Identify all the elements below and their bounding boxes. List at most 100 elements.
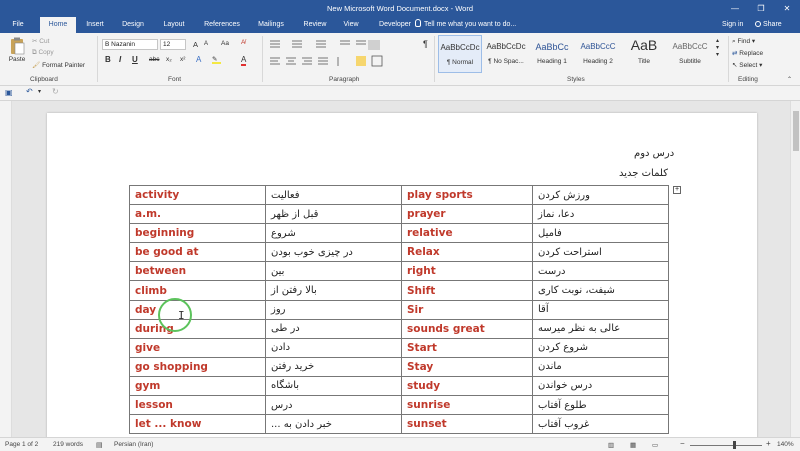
persian-meaning-cell[interactable]: استراحت کردن	[532, 242, 669, 263]
vertical-scrollbar[interactable]	[790, 101, 800, 437]
highlight-icon[interactable]: ✎	[212, 55, 221, 64]
format-painter-button[interactable]: 🖌 Format Painter	[32, 61, 85, 69]
persian-meaning-cell[interactable]: خرید رفتن	[265, 356, 402, 377]
style-heading-1[interactable]: AaBbCc Heading 1	[530, 35, 574, 73]
bold-button[interactable]: B	[105, 55, 111, 64]
english-word-cell[interactable]: study	[401, 375, 533, 397]
word-count[interactable]: 219 words	[53, 441, 83, 448]
tab-developer[interactable]: Developer	[373, 17, 417, 33]
strikethrough-button[interactable]: abc	[149, 56, 159, 63]
share-button[interactable]: Share	[755, 17, 782, 33]
english-word-cell[interactable]: right	[401, 261, 533, 282]
persian-meaning-cell[interactable]: دعا، نماز	[532, 204, 669, 225]
redo-icon[interactable]: ↻	[52, 87, 59, 96]
grow-font-button[interactable]: A	[193, 40, 198, 49]
clear-format-icon[interactable]: A̸	[241, 39, 245, 46]
persian-meaning-cell[interactable]: فعالیت	[265, 184, 402, 206]
persian-meaning-cell[interactable]: عالی به نظر میرسه	[532, 318, 669, 339]
font-name-box[interactable]: B Nazanin	[102, 39, 158, 50]
zoom-slider-knob[interactable]	[733, 441, 736, 449]
persian-meaning-cell[interactable]: درست	[532, 261, 669, 282]
text-effects-icon[interactable]: A	[196, 55, 201, 64]
table-move-handle[interactable]: +	[673, 186, 681, 194]
font-size-box[interactable]: 12	[160, 39, 186, 50]
persian-meaning-cell[interactable]: بین	[265, 261, 402, 282]
collapse-ribbon-icon[interactable]: ⌃	[787, 76, 792, 83]
english-word-cell[interactable]: sunset	[401, 414, 533, 435]
tab-view[interactable]: View	[338, 17, 364, 33]
tab-design[interactable]: Design	[117, 17, 149, 33]
style-title[interactable]: AaB Title	[622, 35, 666, 73]
persian-meaning-cell[interactable]: شروع	[265, 223, 402, 244]
tab-mailings[interactable]: Mailings	[252, 17, 290, 33]
persian-meaning-cell[interactable]: قبل از ظهر	[265, 204, 402, 225]
cut-button[interactable]: ✂ Cut	[32, 37, 49, 45]
sign-in-link[interactable]: Sign in	[722, 17, 743, 33]
persian-meaning-cell[interactable]: بالا رفتن از	[265, 280, 402, 301]
superscript-button[interactable]: x²	[180, 56, 185, 63]
english-word-cell[interactable]: relative	[401, 223, 533, 244]
style-no-spacing[interactable]: AaBbCcDc ¶ No Spac...	[484, 35, 528, 73]
language-indicator[interactable]: Persian (Iran)	[114, 441, 153, 448]
document-page[interactable]: درس دوم کلمات جدید + activity فعالیت play …	[47, 113, 757, 437]
english-word-cell[interactable]: go shopping	[129, 356, 266, 377]
read-mode-icon[interactable]: ▥	[608, 441, 614, 449]
style-subtitle[interactable]: AaBbCcC Subtitle	[668, 35, 712, 73]
english-word-cell[interactable]: gym	[129, 375, 266, 397]
web-layout-icon[interactable]: ▭	[652, 441, 658, 449]
copy-button[interactable]: ⧉ Copy	[32, 49, 54, 57]
proofing-icon[interactable]: ▤	[96, 441, 103, 449]
zoom-out-button[interactable]: −	[680, 439, 685, 448]
find-button[interactable]: ⌕ Find ▾	[732, 37, 755, 46]
persian-meaning-cell[interactable]: در طی	[265, 318, 402, 339]
english-word-cell[interactable]: be good at	[129, 242, 266, 263]
zoom-slider[interactable]	[690, 445, 762, 446]
persian-meaning-cell[interactable]: درس	[265, 395, 402, 416]
tab-insert[interactable]: Insert	[80, 17, 110, 33]
paste-button[interactable]: Paste	[6, 37, 28, 71]
persian-meaning-cell[interactable]: ورزش کردن	[532, 184, 669, 206]
persian-meaning-cell[interactable]: شیفت، نوبت کاری	[532, 280, 669, 301]
english-word-cell[interactable]: prayer	[401, 204, 533, 225]
english-word-cell[interactable]: sounds great	[401, 318, 533, 339]
english-word-cell[interactable]: Sir	[401, 299, 533, 320]
english-word-cell[interactable]: Stay	[401, 356, 533, 377]
tab-home[interactable]: Home	[40, 17, 76, 33]
tab-file[interactable]: File	[4, 17, 32, 33]
persian-meaning-cell[interactable]: آقا	[532, 299, 669, 320]
underline-button[interactable]: U	[132, 55, 138, 64]
english-word-cell[interactable]: between	[129, 261, 266, 282]
persian-meaning-cell[interactable]: روز	[265, 299, 402, 320]
undo-dropdown-icon[interactable]: ▾	[38, 88, 41, 95]
page-count[interactable]: Page 1 of 2	[5, 441, 38, 448]
tab-layout[interactable]: Layout	[158, 17, 190, 33]
shrink-font-button[interactable]: A	[204, 41, 208, 47]
english-word-cell[interactable]: Relax	[401, 242, 533, 263]
english-word-cell[interactable]: Shift	[401, 280, 533, 301]
persian-meaning-cell[interactable]: ماندن	[532, 356, 669, 377]
minimize-button[interactable]: —	[722, 0, 748, 17]
close-button[interactable]: ✕	[774, 0, 800, 17]
persian-meaning-cell[interactable]: درس خواندن	[532, 375, 669, 397]
font-color-icon[interactable]: A	[241, 55, 247, 66]
persian-meaning-cell[interactable]: باشگاه	[265, 375, 402, 397]
english-word-cell[interactable]: day	[129, 299, 266, 320]
subscript-button[interactable]: x₂	[166, 56, 172, 63]
tab-references[interactable]: References	[199, 17, 245, 33]
undo-icon[interactable]: ↶	[26, 87, 33, 96]
zoom-level[interactable]: 140%	[777, 441, 794, 448]
change-case-button[interactable]: Aa	[221, 40, 229, 47]
italic-button[interactable]: I	[119, 55, 121, 64]
english-word-cell[interactable]: climb	[129, 280, 266, 301]
persian-meaning-cell[interactable]: فامیل	[532, 223, 669, 244]
save-icon[interactable]: ▣	[5, 88, 13, 97]
persian-meaning-cell[interactable]: طلوع آفتاب	[532, 395, 669, 416]
scrollbar-thumb[interactable]	[793, 111, 799, 151]
style-normal[interactable]: AaBbCcDc ¶ Normal	[438, 35, 482, 73]
persian-meaning-cell[interactable]: در چیزی خوب بودن	[265, 242, 402, 263]
english-word-cell[interactable]: lesson	[129, 395, 266, 416]
style-heading-2[interactable]: AaBbCcC Heading 2	[576, 35, 620, 73]
persian-meaning-cell[interactable]: دادن	[265, 337, 402, 358]
english-word-cell[interactable]: Start	[401, 337, 533, 358]
english-word-cell[interactable]: beginning	[129, 223, 266, 244]
